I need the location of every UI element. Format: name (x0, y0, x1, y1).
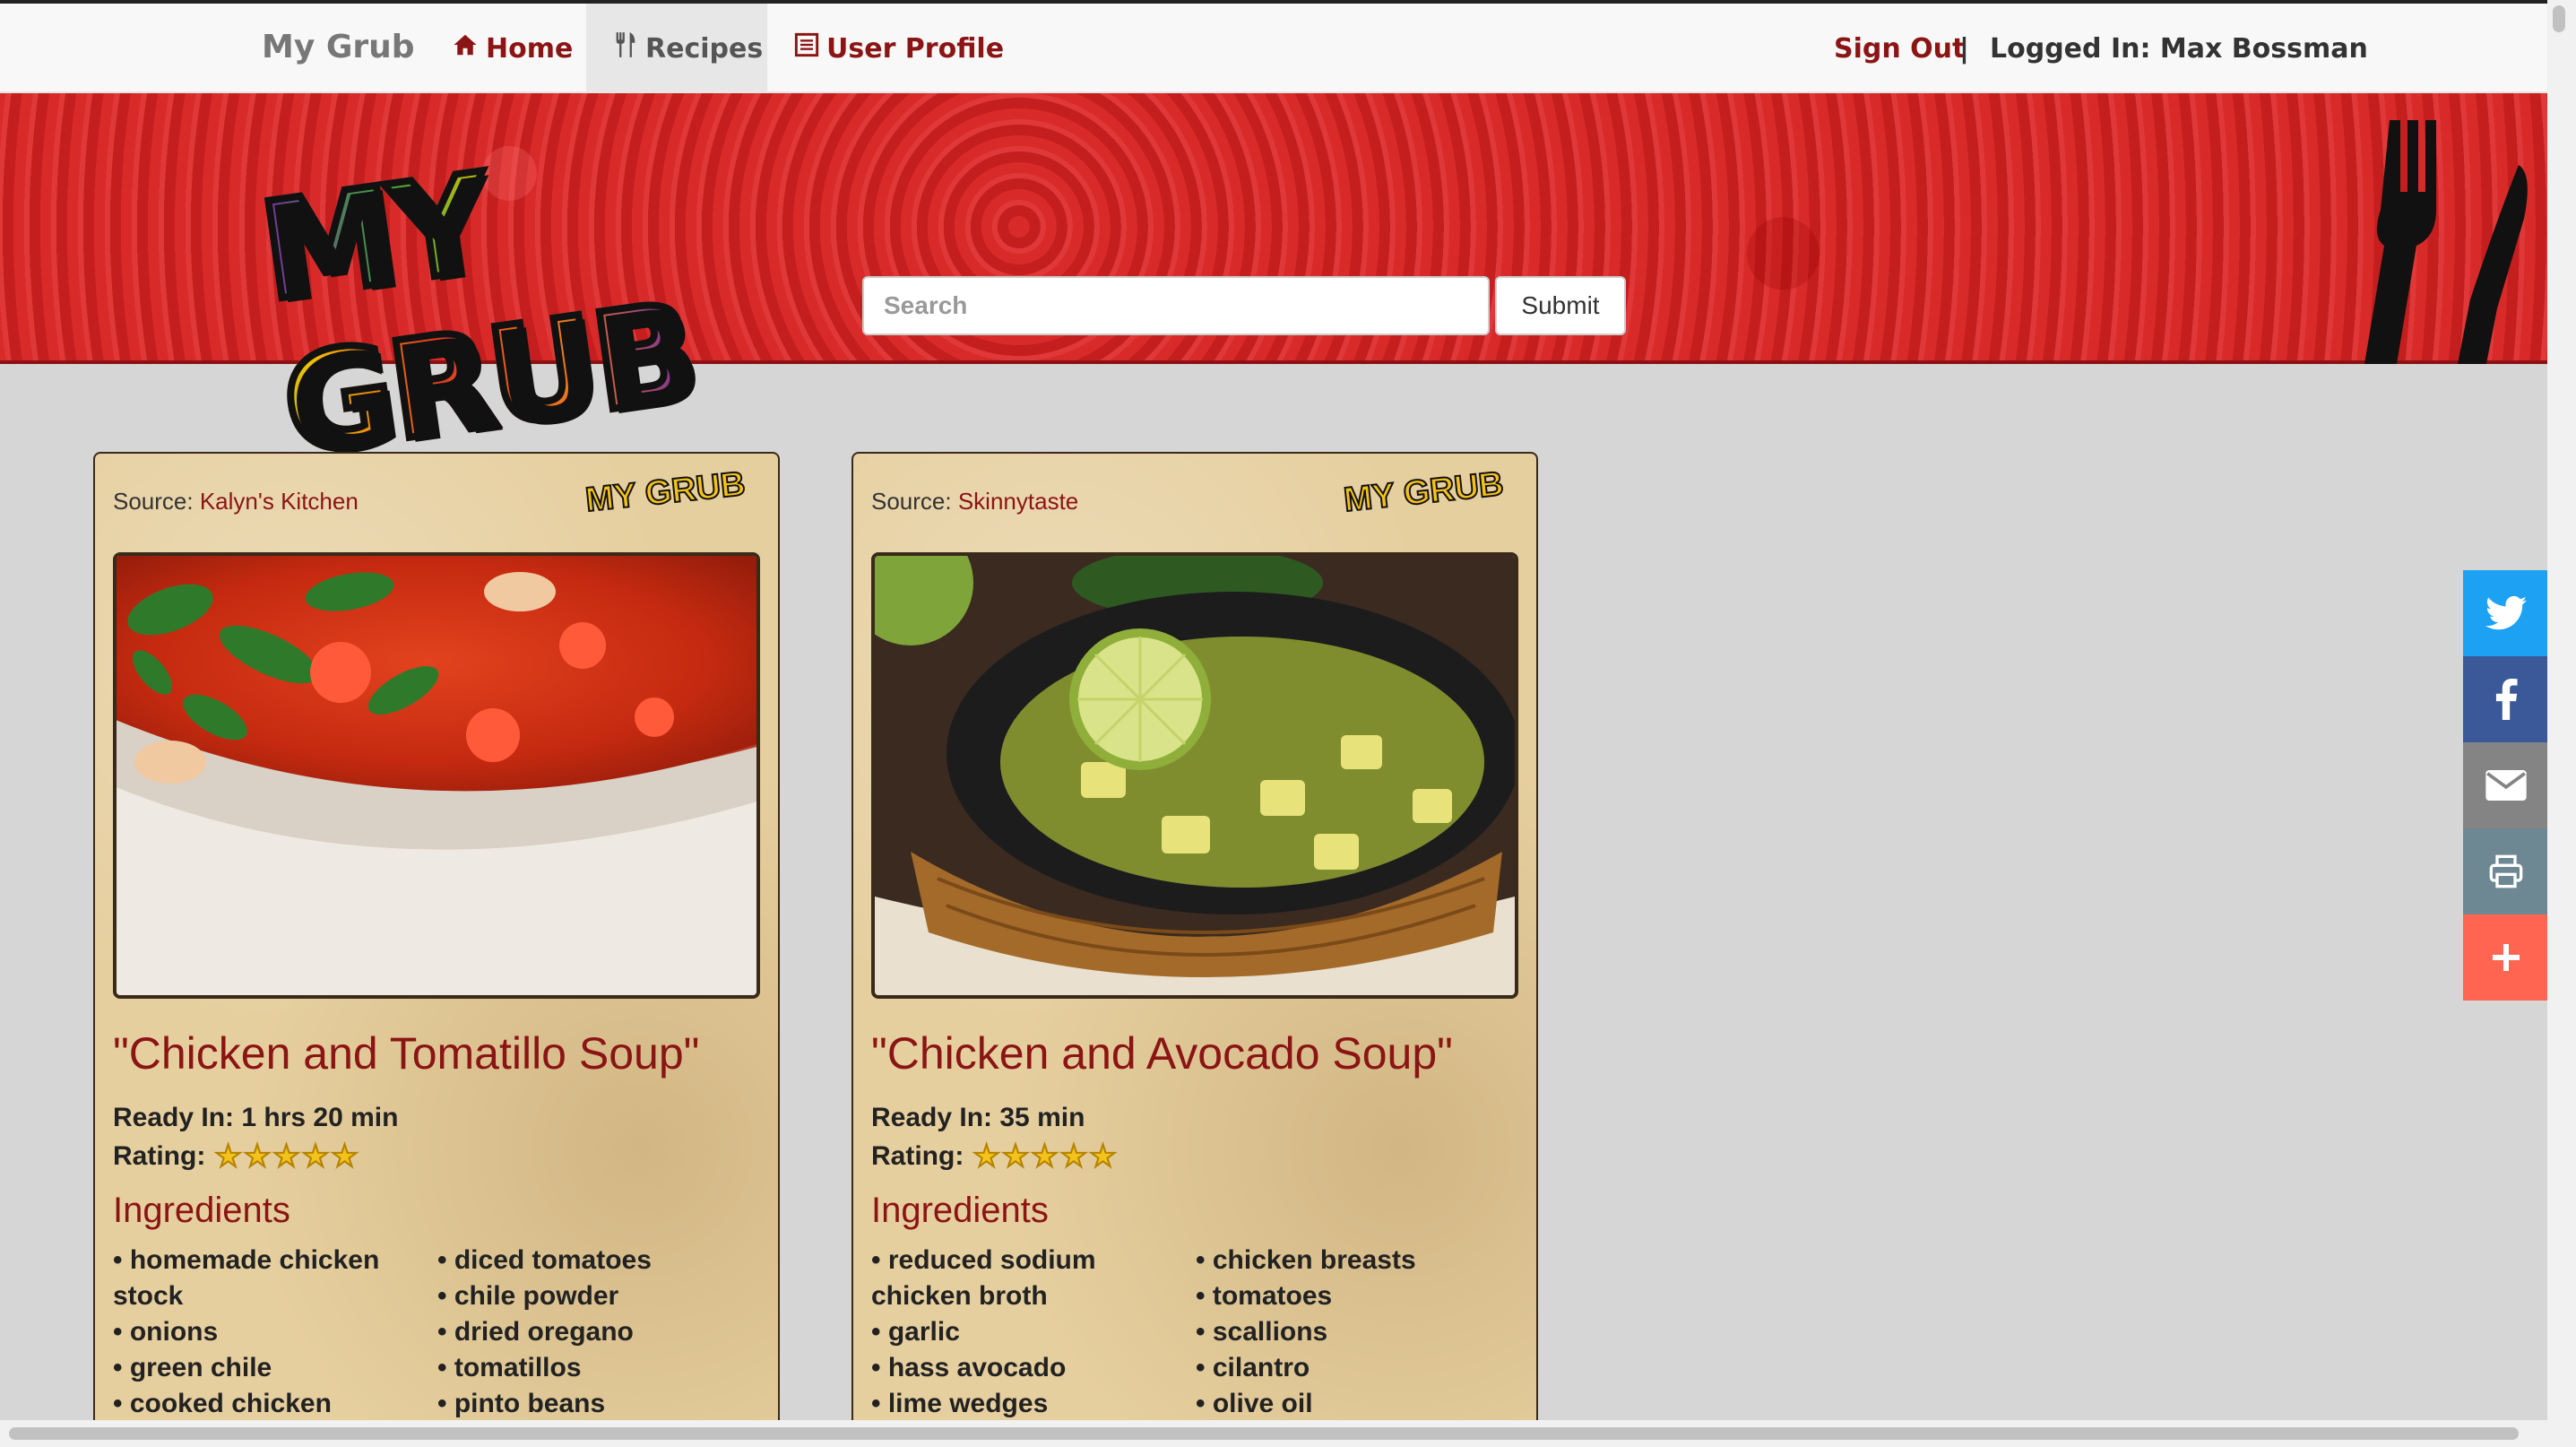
ingredient-item: lime wedges (871, 1386, 1176, 1422)
twitter-share-button[interactable] (2463, 570, 2549, 656)
card-logo: MY GRUB (583, 464, 748, 520)
ingredient-item: chile powder (437, 1278, 760, 1314)
home-icon (452, 31, 479, 65)
recipe-title[interactable]: "Chicken and Avocado Soup" (871, 1027, 1453, 1079)
ingredient-item: scallions (1196, 1314, 1518, 1350)
email-share-button[interactable] (2463, 742, 2549, 828)
horizontal-scroll-thumb[interactable] (9, 1427, 2519, 1440)
source-label: Source: (113, 488, 194, 515)
ready-in: Ready In: 1 hrs 20 min (113, 1103, 399, 1132)
ingredient-item: chicken breasts (1196, 1243, 1518, 1278)
plus-icon (2493, 944, 2520, 971)
card-logo: MY GRUB (1341, 464, 1506, 520)
ingredients-heading: Ingredients (113, 1191, 290, 1230)
ingredients-list-left: homemade chicken stock onions green chil… (113, 1243, 418, 1422)
more-share-button[interactable] (2463, 914, 2549, 1001)
twitter-icon (2485, 595, 2527, 630)
brand-link[interactable]: My Grub (262, 29, 415, 65)
nav-user-profile[interactable]: User Profile (767, 4, 1031, 93)
nav-profile-label: User Profile (826, 32, 1005, 65)
print-icon (2489, 854, 2523, 888)
rating-label: Rating: (113, 1141, 206, 1171)
vertical-scrollbar[interactable] (2547, 0, 2576, 1447)
source-link[interactable]: Skinnytaste (958, 488, 1078, 515)
ingredients-list-right: diced tomatoes chile powder dried oregan… (437, 1243, 760, 1422)
ingredients-heading: Ingredients (871, 1191, 1049, 1230)
rating: Rating: ★★★★★ (113, 1139, 360, 1174)
ingredients-list-left: reduced sodium chicken broth garlic hass… (871, 1243, 1176, 1422)
recipe-photo[interactable] (871, 552, 1518, 999)
sign-out-link[interactable]: Sign Out (1834, 4, 1965, 93)
source-link[interactable]: Kalyn's Kitchen (200, 488, 359, 515)
recipe-card[interactable]: Source: Kalyn's Kitchen MY GRUB "Chicken… (93, 452, 780, 1447)
recipe-card[interactable]: Source: Skinnytaste MY GRUB "Chicken and… (851, 452, 1538, 1447)
vertical-scroll-thumb[interactable] (2553, 5, 2565, 32)
ingredient-item: homemade chicken stock (113, 1243, 418, 1314)
site-logo[interactable]: MY GRUB (249, 94, 869, 490)
horizontal-scrollbar[interactable] (0, 1420, 2547, 1447)
email-icon (2485, 770, 2527, 801)
rating-stars: ★★★★★ (214, 1139, 360, 1174)
nav-separator: | (1959, 32, 1969, 65)
ingredient-item: diced tomatoes (437, 1243, 760, 1278)
rating: Rating: ★★★★★ (871, 1139, 1119, 1174)
ingredient-item: onions (113, 1314, 418, 1350)
facebook-icon (2495, 679, 2518, 720)
ingredients-list-right: chicken breasts tomatoes scallions cilan… (1196, 1243, 1518, 1422)
ingredient-item: pinto beans (437, 1386, 760, 1422)
nav-recipes-label: Recipes (645, 32, 764, 65)
recipe-photo[interactable] (113, 552, 760, 999)
ingredient-item: dried oregano (437, 1314, 760, 1350)
ingredient-item: hass avocado (871, 1350, 1176, 1386)
ingredient-item: cooked chicken (113, 1386, 418, 1422)
rating-label: Rating: (871, 1141, 964, 1171)
ingredient-item: cilantro (1196, 1350, 1518, 1386)
ingredient-item: olive oil (1196, 1386, 1518, 1422)
top-navbar: My Grub Home Recipes User Profile Sign O… (0, 0, 2547, 93)
ingredient-item: tomatillos (437, 1350, 760, 1386)
logged-in-status: Logged In: Max Bossman (1990, 32, 2368, 65)
ingredient-item: tomatoes (1196, 1278, 1518, 1314)
list-icon (794, 32, 819, 65)
search-input[interactable] (862, 276, 1490, 335)
nav-home-label: Home (486, 32, 574, 65)
recipe-title[interactable]: "Chicken and Tomatillo Soup" (113, 1027, 699, 1079)
cutlery-icon (613, 31, 638, 65)
recipe-source: Source: Skinnytaste (871, 488, 1078, 516)
print-button[interactable] (2463, 828, 2549, 914)
submit-button[interactable]: Submit (1495, 276, 1626, 335)
nav-home[interactable]: Home (425, 4, 600, 93)
fork-knife-icon (2364, 120, 2528, 364)
source-label: Source: (871, 488, 952, 515)
nav-recipes[interactable]: Recipes (586, 4, 767, 93)
facebook-share-button[interactable] (2463, 656, 2549, 742)
ingredient-item: garlic (871, 1314, 1176, 1350)
rating-stars: ★★★★★ (972, 1139, 1119, 1174)
ingredient-item: green chile (113, 1350, 418, 1386)
ready-in: Ready In: 35 min (871, 1103, 1085, 1132)
ingredient-item: reduced sodium chicken broth (871, 1243, 1176, 1314)
logo-text: MY GRUB (249, 143, 707, 490)
recipe-source: Source: Kalyn's Kitchen (113, 488, 359, 516)
